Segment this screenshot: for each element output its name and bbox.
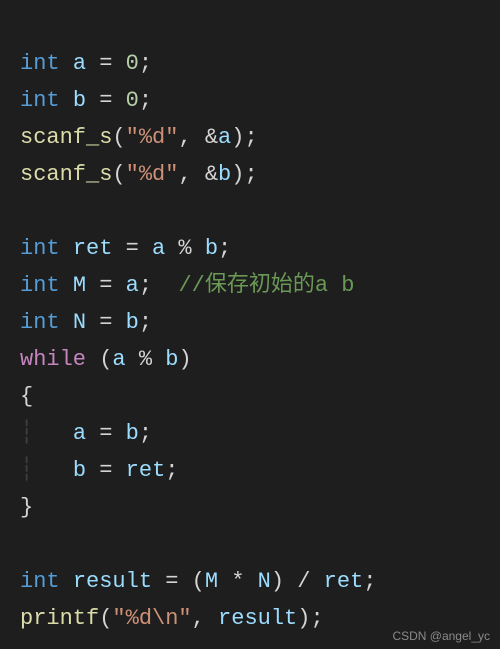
code-line: int ret = a % b; — [20, 236, 231, 261]
code-line: while (a % b) — [20, 347, 192, 372]
number-literal: 0 — [126, 88, 139, 113]
code-line: int a = 0; — [20, 51, 152, 76]
code-line: ┆ a = b; — [20, 421, 152, 446]
indent-guide: ┆ — [20, 458, 73, 483]
keyword-int: int — [20, 310, 60, 335]
number-literal: 0 — [126, 51, 139, 76]
indent-guide: ┆ — [20, 421, 73, 446]
var-M: M — [73, 273, 86, 298]
fn-scanf: scanf_s — [20, 125, 112, 150]
code-line: int N = b; — [20, 310, 152, 335]
code-line: int b = 0; — [20, 88, 152, 113]
string-literal: "%d" — [126, 162, 179, 187]
var-ret: ret — [73, 236, 113, 261]
var-result: result — [73, 569, 152, 594]
keyword-int: int — [20, 236, 60, 261]
code-line: ┆ b = ret; — [20, 458, 178, 483]
brace-close: } — [20, 495, 33, 520]
watermark: CSDN @angel_yc — [392, 629, 490, 643]
keyword-int: int — [20, 51, 60, 76]
code-block: int a = 0; int b = 0; scanf_s("%d", &a);… — [0, 0, 500, 637]
code-line: int result = (M * N) / ret; — [20, 569, 376, 594]
code-line: scanf_s("%d", &b); — [20, 162, 258, 187]
var-b: b — [73, 88, 86, 113]
keyword-int: int — [20, 273, 60, 298]
code-line: scanf_s("%d", &a); — [20, 125, 258, 150]
comment: //保存初始的a b — [178, 273, 354, 298]
var-N: N — [73, 310, 86, 335]
string-literal: "%d" — [126, 125, 179, 150]
fn-scanf: scanf_s — [20, 162, 112, 187]
brace-open: { — [20, 384, 33, 409]
string-literal: "%d\n" — [112, 606, 191, 631]
code-line: int M = a; //保存初始的a b — [20, 273, 354, 298]
keyword-while: while — [20, 347, 86, 372]
var-a: a — [73, 51, 86, 76]
keyword-int: int — [20, 569, 60, 594]
keyword-int: int — [20, 88, 60, 113]
fn-printf: printf — [20, 606, 99, 631]
code-line: printf("%d\n", result); — [20, 606, 324, 631]
